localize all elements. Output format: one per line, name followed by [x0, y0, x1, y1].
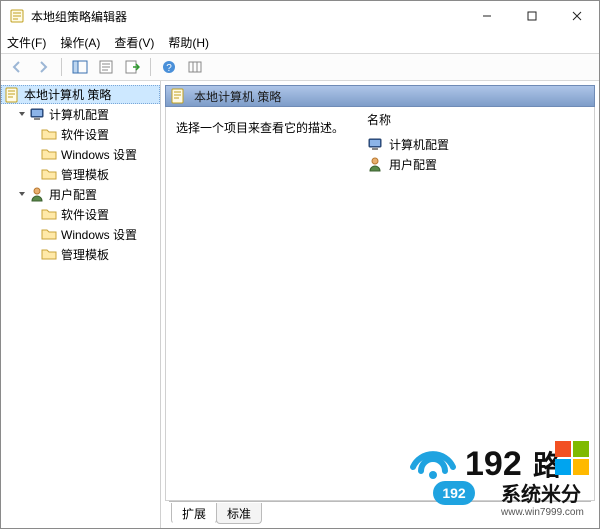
tab-standard[interactable]: 标准: [216, 503, 262, 524]
tree-label: 管理模板: [61, 166, 109, 183]
tree-label: 计算机配置: [49, 106, 109, 123]
list-item-label: 用户配置: [389, 156, 437, 173]
tree-windows-settings[interactable]: Windows 设置: [1, 224, 160, 244]
collapse-icon[interactable]: [15, 107, 29, 121]
computer-icon: [367, 136, 383, 152]
toolbar: ?: [1, 53, 599, 81]
toolbar-separator: [61, 58, 62, 76]
tabs: 扩展 标准: [165, 502, 595, 524]
app-icon: [9, 8, 25, 24]
description-text: 选择一个项目来查看它的描述。: [166, 107, 361, 500]
list-item-label: 计算机配置: [389, 136, 449, 153]
list-item-computer[interactable]: 计算机配置: [367, 134, 588, 154]
user-icon: [367, 156, 383, 172]
titlebar: 本地组策略编辑器: [1, 1, 599, 31]
tree-label: 软件设置: [61, 206, 109, 223]
collapse-icon[interactable]: [15, 187, 29, 201]
folder-icon: [41, 166, 57, 182]
tree-pane[interactable]: 本地计算机 策略 计算机配置: [1, 81, 161, 528]
tree-admin-templates[interactable]: 管理模板: [1, 244, 160, 264]
folder-icon: [41, 246, 57, 262]
folder-icon: [41, 226, 57, 242]
menu-action[interactable]: 操作(A): [60, 34, 100, 51]
content-pane: 本地计算机 策略 选择一个项目来查看它的描述。 名称 计算机配置: [161, 81, 599, 528]
tree-admin-templates[interactable]: 管理模板: [1, 164, 160, 184]
policy-doc-icon: [4, 87, 20, 103]
menu-help[interactable]: 帮助(H): [168, 34, 209, 51]
maximize-button[interactable]: [509, 1, 554, 31]
policy-doc-icon: [170, 88, 186, 104]
content-list[interactable]: 名称 计算机配置 用户配置: [361, 107, 594, 500]
minimize-button[interactable]: [464, 1, 509, 31]
tree-root[interactable]: 本地计算机 策略: [1, 85, 160, 104]
back-button: [5, 56, 29, 78]
toolbar-separator: [150, 58, 151, 76]
column-header-name[interactable]: 名称: [367, 111, 588, 128]
folder-icon: [41, 146, 57, 162]
computer-icon: [29, 106, 45, 122]
content-header-title: 本地计算机 策略: [194, 88, 281, 105]
forward-button: [31, 56, 55, 78]
content-header: 本地计算机 策略: [165, 85, 595, 107]
properties-button[interactable]: [94, 56, 118, 78]
filter-button[interactable]: [183, 56, 207, 78]
tree-label: Windows 设置: [61, 226, 137, 243]
close-button[interactable]: [554, 1, 599, 31]
tree-computer-config[interactable]: 计算机配置: [1, 104, 160, 124]
menu-file[interactable]: 文件(F): [7, 34, 46, 51]
tree-user-config[interactable]: 用户配置: [1, 184, 160, 204]
menu-view[interactable]: 查看(V): [114, 34, 154, 51]
help-button[interactable]: ?: [157, 56, 181, 78]
tree-label: 软件设置: [61, 126, 109, 143]
user-icon: [29, 186, 45, 202]
tree-software-settings[interactable]: 软件设置: [1, 124, 160, 144]
menubar: 文件(F) 操作(A) 查看(V) 帮助(H): [1, 31, 599, 53]
tree-label: 用户配置: [49, 186, 97, 203]
tree-label: Windows 设置: [61, 146, 137, 163]
show-hide-tree-button[interactable]: [68, 56, 92, 78]
folder-icon: [41, 206, 57, 222]
tree-label: 管理模板: [61, 246, 109, 263]
export-list-button[interactable]: [120, 56, 144, 78]
folder-icon: [41, 126, 57, 142]
tree-root-label: 本地计算机 策略: [24, 86, 111, 103]
svg-text:?: ?: [166, 63, 172, 74]
list-item-user[interactable]: 用户配置: [367, 154, 588, 174]
window-title: 本地组策略编辑器: [31, 8, 464, 25]
tree-software-settings[interactable]: 软件设置: [1, 204, 160, 224]
tab-extended[interactable]: 扩展: [171, 503, 217, 524]
tree-windows-settings[interactable]: Windows 设置: [1, 144, 160, 164]
